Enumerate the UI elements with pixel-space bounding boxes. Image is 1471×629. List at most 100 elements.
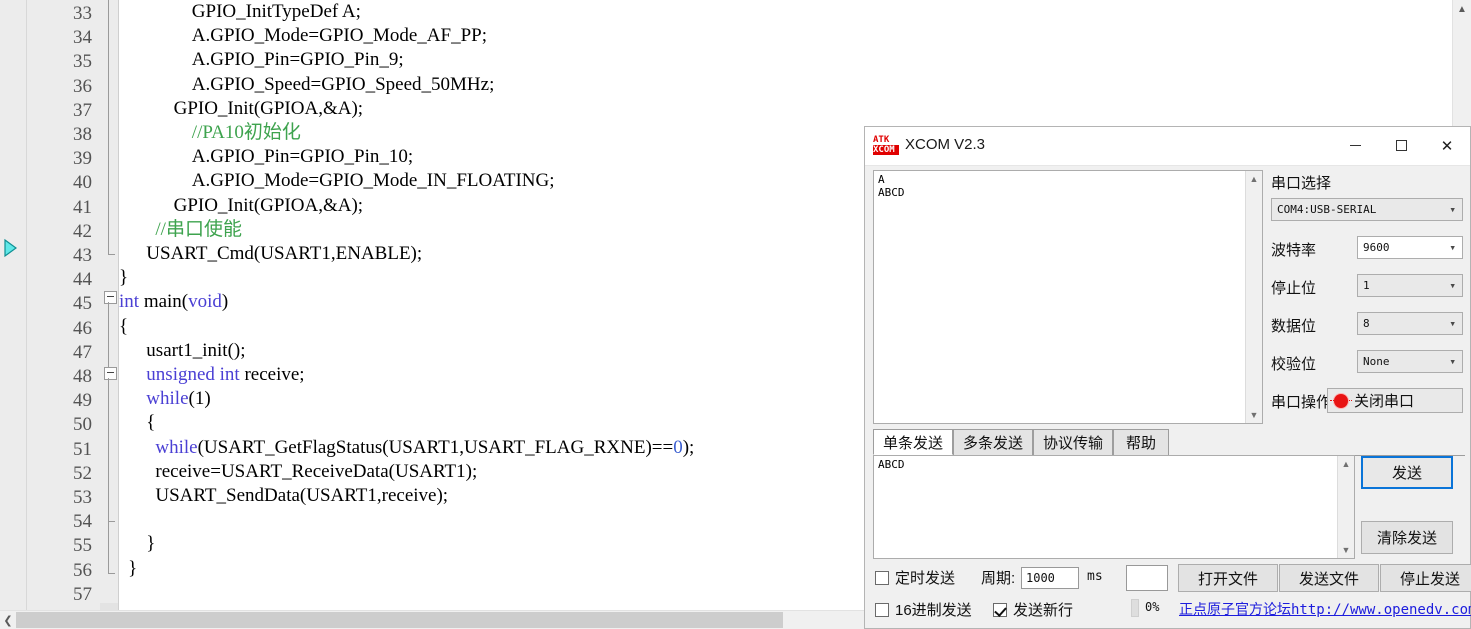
code-token: } xyxy=(128,557,138,579)
stopbits-label: 停止位 xyxy=(1271,280,1317,297)
fold-line xyxy=(108,0,109,254)
code-line: A.GPIO_Pin=GPIO_Pin_9; xyxy=(192,50,404,69)
scroll-down-arrow-icon[interactable]: ▼ xyxy=(1338,542,1354,558)
code-line: USART_Cmd(USART1,ENABLE); xyxy=(146,244,422,263)
code-token: int xyxy=(119,291,144,313)
scroll-up-arrow-icon[interactable]: ▲ xyxy=(1453,0,1471,18)
line-number: 36 xyxy=(73,75,92,97)
tab-single-send[interactable]: 单条发送 xyxy=(873,429,953,455)
code-token: { xyxy=(119,315,129,337)
tab-protocol[interactable]: 协议传输 xyxy=(1033,429,1113,455)
xcom-window: ATK XCOM XCOM V2.3 ✕ A ABCD ▲ ▼ 串口选择 COM… xyxy=(864,126,1471,629)
logo-line-1: ATK xyxy=(873,135,899,145)
baudrate-select[interactable]: 9600 ▾ xyxy=(1357,236,1463,259)
tab-multi-send[interactable]: 多条发送 xyxy=(953,429,1033,455)
period-label: 周期: xyxy=(981,570,1016,587)
scroll-up-arrow-icon[interactable]: ▲ xyxy=(1338,456,1354,472)
bottom-controls: 定时发送 周期: 1000 ms 打开文件 发送文件 停止发送 16进制发送 发… xyxy=(873,564,1471,625)
code-line: } xyxy=(146,534,155,553)
code-token: A.GPIO_Pin=GPIO_Pin_9; xyxy=(191,49,404,71)
logo-line-2: XCOM xyxy=(873,145,899,155)
fold-end xyxy=(108,254,115,255)
port-status-indicator-icon xyxy=(1330,393,1352,408)
line-number: 48 xyxy=(73,366,92,387)
code-token: A.GPIO_Pin=GPIO_Pin_10; xyxy=(191,146,414,168)
code-token: A.GPIO_Mode=GPIO_Mode_IN_FLOATING; xyxy=(191,170,555,192)
breakpoint-margin[interactable] xyxy=(0,0,27,611)
code-folding-gutter[interactable] xyxy=(100,0,119,611)
code-token: GPIO_Init(GPIOA,&A); xyxy=(173,194,364,216)
receive-textarea[interactable]: A ABCD ▲ ▼ xyxy=(873,170,1263,424)
line-number: 35 xyxy=(73,51,92,73)
code-line: A.GPIO_Speed=GPIO_Speed_50MHz; xyxy=(192,75,495,94)
code-line: } xyxy=(128,559,137,578)
horizontal-scroll-thumb[interactable] xyxy=(16,612,783,628)
line-number: 56 xyxy=(73,559,92,581)
line-number: 40 xyxy=(73,172,92,194)
code-line: { xyxy=(146,413,155,432)
stop-send-button[interactable]: 停止发送 xyxy=(1380,564,1471,592)
settings-section-title: 串口选择 xyxy=(1271,175,1332,192)
scroll-up-arrow-icon[interactable]: ▲ xyxy=(1246,171,1262,187)
line-number: 38 xyxy=(73,124,92,145)
code-token: 0 xyxy=(673,436,683,458)
code-token: //PA10初始化 xyxy=(191,122,301,143)
code-token: } xyxy=(146,533,156,555)
line-number: 39 xyxy=(73,148,92,170)
xcom-titlebar[interactable]: ATK XCOM XCOM V2.3 ✕ xyxy=(865,127,1470,166)
send-button[interactable]: 发送 xyxy=(1361,456,1453,489)
tab-help[interactable]: 帮助 xyxy=(1113,429,1169,455)
minimize-button[interactable] xyxy=(1332,127,1378,164)
code-token: A.GPIO_Mode=GPIO_Mode_AF_PP; xyxy=(191,25,488,47)
line-number: 33 xyxy=(73,3,92,24)
send-file-button[interactable]: 发送文件 xyxy=(1279,564,1379,592)
period-input[interactable]: 1000 xyxy=(1021,567,1079,589)
newline-checkbox[interactable] xyxy=(993,603,1007,617)
fold-toggle-50[interactable] xyxy=(104,367,117,380)
send-scrollbar[interactable]: ▲ ▼ xyxy=(1337,456,1354,558)
port-select[interactable]: COM4:USB-SERIAL ▾ xyxy=(1271,198,1463,221)
line-number: 34 xyxy=(73,27,92,49)
maximize-button[interactable] xyxy=(1378,127,1424,164)
code-token: A.GPIO_Speed=GPIO_Speed_50MHz; xyxy=(191,73,495,95)
scroll-left-arrow-icon[interactable]: ❮ xyxy=(0,611,16,629)
receive-scrollbar[interactable]: ▲ ▼ xyxy=(1245,171,1262,423)
fold-toggle-46[interactable] xyxy=(104,291,117,304)
code-line: A.GPIO_Mode=GPIO_Mode_AF_PP; xyxy=(192,26,487,45)
window-title: XCOM V2.3 xyxy=(905,136,986,153)
code-line: USART_SendData(USART1,receive); xyxy=(155,486,448,505)
port-select-value: COM4:USB-SERIAL xyxy=(1277,203,1377,216)
code-token: receive; xyxy=(244,364,305,385)
forum-link[interactable]: 正点原子官方论坛http://www.openedv.com/ xyxy=(1179,599,1471,619)
code-line: A.GPIO_Mode=GPIO_Mode_IN_FLOATING; xyxy=(192,171,555,190)
timed-send-label: 定时发送 xyxy=(895,570,956,587)
line-number: 42 xyxy=(73,220,92,242)
scroll-down-arrow-icon[interactable]: ▼ xyxy=(1246,407,1262,423)
close-button[interactable]: ✕ xyxy=(1424,127,1470,164)
fold-line xyxy=(108,378,109,524)
send-textarea[interactable]: ABCD ▲ ▼ xyxy=(873,455,1355,559)
clear-send-button[interactable]: 清除发送 xyxy=(1361,521,1453,554)
timed-send-checkbox[interactable] xyxy=(875,571,889,585)
close-port-button[interactable]: 关闭串口 xyxy=(1327,388,1463,413)
code-line: while(1) xyxy=(146,389,210,408)
stopbits-select[interactable]: 1 ▾ xyxy=(1357,274,1463,297)
atk-xcom-logo-icon: ATK XCOM xyxy=(873,135,899,157)
chevron-down-icon: ▾ xyxy=(1449,355,1456,368)
stopbits-value: 1 xyxy=(1363,279,1370,292)
open-file-button[interactable]: 打开文件 xyxy=(1178,564,1278,592)
receive-text: A ABCD xyxy=(878,173,905,199)
line-number: 57 xyxy=(73,583,92,605)
hex-send-checkbox[interactable] xyxy=(875,603,889,617)
code-token: ) xyxy=(221,291,229,313)
newline-label: 发送新行 xyxy=(1013,602,1074,619)
line-number: 55 xyxy=(73,535,92,557)
parity-select[interactable]: None ▾ xyxy=(1357,350,1463,373)
fold-end xyxy=(108,573,115,574)
chevron-down-icon: ▾ xyxy=(1449,279,1456,292)
databits-select[interactable]: 8 ▾ xyxy=(1357,312,1463,335)
close-port-label: 关闭串口 xyxy=(1354,393,1415,410)
extra-input[interactable] xyxy=(1126,565,1168,591)
code-line: unsigned int receive; xyxy=(146,365,304,384)
line-number: 51 xyxy=(73,438,92,460)
